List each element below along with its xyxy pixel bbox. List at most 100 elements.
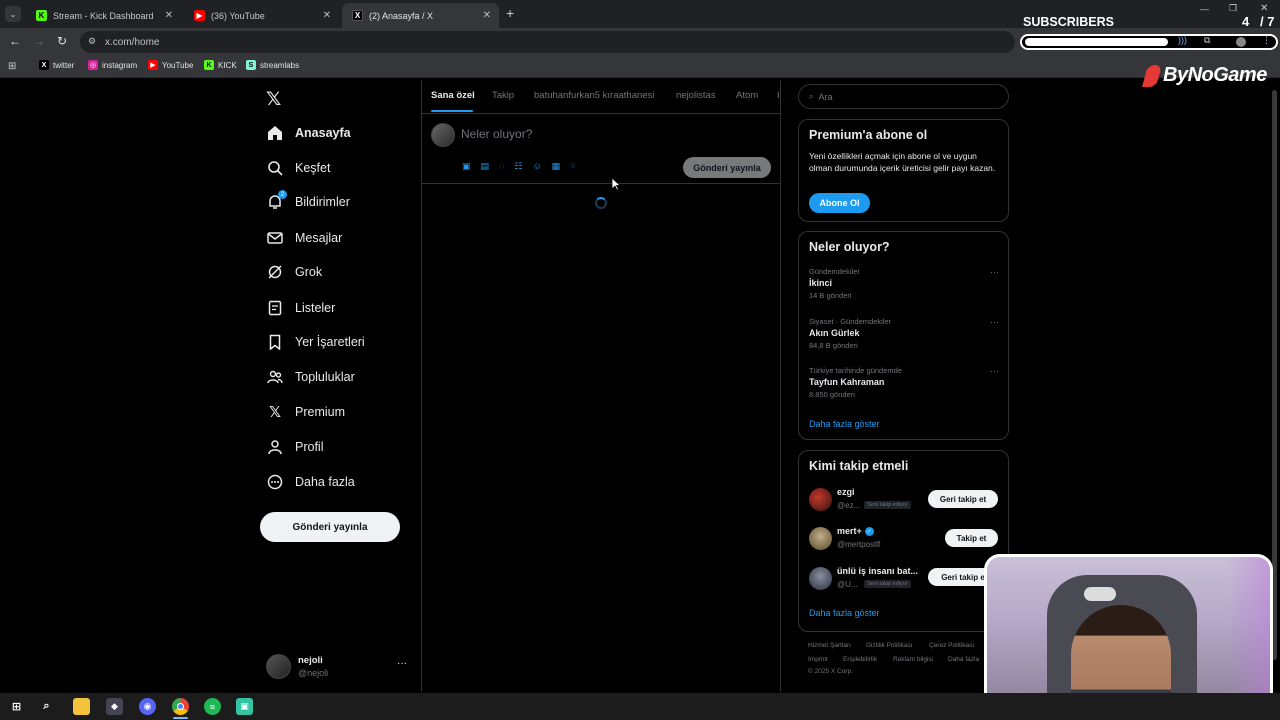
communities-icon bbox=[266, 368, 284, 386]
list-icon bbox=[266, 299, 284, 317]
instagram-icon: ◎ bbox=[88, 60, 98, 70]
tab-list-nejolistas[interactable]: nejolistas bbox=[676, 90, 716, 101]
windows-start-icon[interactable]: ⊞ bbox=[8, 698, 25, 715]
discord-icon[interactable]: ◉ bbox=[139, 698, 156, 715]
mail-icon bbox=[266, 229, 284, 247]
emoji-icon[interactable]: ☺ bbox=[532, 161, 541, 172]
follows-you-badge: Seni takip ediyor bbox=[864, 580, 911, 588]
close-icon[interactable]: ✕ bbox=[323, 10, 331, 21]
gif-icon[interactable]: ▤ bbox=[481, 161, 490, 172]
suggestion-handle: @U... bbox=[837, 580, 858, 589]
trend-more-icon[interactable]: ··· bbox=[990, 267, 999, 277]
tab-list-partial[interactable]: I bbox=[777, 90, 781, 101]
url-input[interactable]: ⚙ x.com/home bbox=[80, 31, 1015, 53]
apps-grid-icon[interactable]: ⊞ bbox=[8, 61, 16, 72]
composer-input[interactable]: Neler oluyor? bbox=[461, 127, 532, 141]
menu-kebab-icon[interactable]: ⋮ bbox=[1262, 35, 1271, 46]
file-explorer-icon[interactable] bbox=[73, 698, 90, 715]
follow-back-button[interactable]: Geri takip et bbox=[928, 490, 998, 508]
user-icon bbox=[266, 438, 284, 456]
footer-ads-info-link[interactable]: Reklam bilgisi bbox=[893, 656, 933, 663]
youtube-icon: ▶ bbox=[194, 10, 205, 21]
subscribe-button[interactable]: Abone Ol bbox=[809, 193, 870, 213]
kick-icon: K bbox=[204, 60, 214, 70]
trend-item[interactable]: Türkiye tarihinde gündemde Tayfun Kahram… bbox=[809, 366, 999, 406]
footer-terms-link[interactable]: Hizmet Şartları bbox=[808, 642, 851, 649]
footer-imprint-link[interactable]: Imprint bbox=[808, 656, 828, 663]
trends-show-more-link[interactable]: Daha fazla göster bbox=[809, 419, 880, 429]
avatar bbox=[809, 567, 832, 590]
footer-privacy-link[interactable]: Gizlilik Politikası bbox=[866, 642, 913, 649]
loading-spinner bbox=[595, 197, 607, 209]
nav-notifications[interactable]: 2 Bildirimler bbox=[266, 190, 350, 214]
app-icon[interactable]: ◆ bbox=[106, 698, 123, 715]
nav-communities[interactable]: Topluluklar bbox=[266, 365, 355, 389]
search-placeholder: Ara bbox=[818, 91, 833, 102]
spotify-icon[interactable]: ≈ bbox=[204, 698, 221, 715]
tab-list-kiraathanesi[interactable]: batuhanfurkan5 kıraathanesi bbox=[534, 90, 654, 101]
bookmark-kick[interactable]: K KICK bbox=[204, 60, 237, 70]
window-close-icon[interactable]: ✕ bbox=[1260, 3, 1268, 14]
nav-profile[interactable]: Profil bbox=[266, 435, 323, 459]
back-icon[interactable]: ← bbox=[9, 34, 21, 48]
site-info-icon[interactable]: ⚙ bbox=[88, 36, 96, 47]
tab-kick-dashboard[interactable]: K Stream - Kick Dashboard ✕ bbox=[26, 3, 181, 28]
tab-for-you[interactable]: Sana özel bbox=[431, 90, 475, 101]
schedule-icon[interactable]: ▦ bbox=[552, 161, 561, 172]
follow-button[interactable]: Takip et bbox=[945, 529, 998, 547]
poll-icon[interactable]: ☷ bbox=[514, 161, 522, 172]
new-tab-button[interactable]: + bbox=[506, 5, 514, 21]
streamlabs-icon[interactable]: ▣ bbox=[236, 698, 253, 715]
close-icon[interactable]: ✕ bbox=[483, 10, 491, 21]
tab-label: (36) YouTube bbox=[211, 10, 265, 21]
trend-item[interactable]: Gündemdekiler İkinci 14 B gönderi ··· bbox=[809, 267, 999, 307]
who-to-follow-show-more-link[interactable]: Daha fazla göster bbox=[809, 608, 880, 618]
footer-cookie-link[interactable]: Çerez Politikası bbox=[929, 642, 974, 649]
tab-search-button[interactable]: ⌄ bbox=[5, 6, 21, 22]
window-minimize-icon[interactable]: — bbox=[1200, 4, 1209, 14]
location-icon[interactable]: ⌾ bbox=[570, 161, 575, 172]
nav-premium[interactable]: 𝕏 Premium bbox=[266, 400, 345, 424]
forward-icon[interactable]: → bbox=[33, 34, 45, 48]
nav-bookmarks[interactable]: Yer İşaretleri bbox=[266, 330, 365, 354]
timeline-column: Sana özel Takip batuhanfurkan5 kıraathan… bbox=[421, 80, 781, 692]
bookmark-twitter[interactable]: X twitter bbox=[39, 60, 74, 70]
post-button[interactable]: Gönderi yayınla bbox=[260, 512, 400, 542]
trend-more-icon[interactable]: ··· bbox=[990, 317, 999, 327]
profile-avatar-icon[interactable] bbox=[1236, 37, 1246, 47]
tab-list-atom[interactable]: Atom bbox=[736, 90, 758, 101]
trend-item[interactable]: Siyaset · Gündemdekiler Akın Gürlek 84,8… bbox=[809, 317, 999, 357]
x-logo-icon[interactable]: 𝕏 bbox=[266, 88, 281, 111]
reload-icon[interactable]: ↻ bbox=[57, 34, 67, 48]
nav-messages[interactable]: Mesajlar bbox=[266, 226, 342, 250]
bookmark-instagram[interactable]: ◎ instagram bbox=[88, 60, 137, 70]
nav-grok[interactable]: Grok bbox=[266, 260, 322, 284]
bookmark-youtube[interactable]: ▶ YouTube bbox=[148, 60, 193, 70]
search-input[interactable]: ⌕ Ara bbox=[798, 84, 1009, 109]
search-icon[interactable]: ⌕ bbox=[38, 698, 55, 715]
footer-more-link[interactable]: Daha fazla bbox=[948, 656, 979, 663]
trend-more-icon[interactable]: ··· bbox=[990, 366, 999, 376]
account-handle: @nejoli bbox=[298, 668, 329, 678]
avatar bbox=[809, 488, 832, 511]
account-more-icon[interactable]: ··· bbox=[397, 658, 407, 669]
tab-youtube[interactable]: ▶ (36) YouTube ✕ bbox=[184, 3, 339, 28]
nav-more[interactable]: Daha fazla bbox=[266, 470, 355, 494]
bookmark-streamlabs[interactable]: S streamlabs bbox=[246, 60, 299, 70]
nav-explore[interactable]: Keşfet bbox=[266, 156, 330, 180]
kick-icon: K bbox=[36, 10, 47, 21]
account-switcher[interactable]: nejoli @nejoli ··· bbox=[266, 652, 411, 682]
composer-post-button[interactable]: Gönderi yayınla bbox=[683, 157, 771, 178]
close-icon[interactable]: ✕ bbox=[165, 10, 173, 21]
extensions-icon[interactable]: ⧉ bbox=[1204, 35, 1210, 46]
tab-x-home[interactable]: X (2) Anasayfa / X ✕ bbox=[342, 3, 499, 28]
chrome-icon[interactable] bbox=[172, 698, 189, 715]
follows-you-badge: Seni takip ediyor bbox=[864, 501, 911, 509]
nav-home[interactable]: Anasayfa bbox=[266, 121, 351, 145]
window-restore-icon[interactable]: ❐ bbox=[1229, 3, 1237, 14]
tab-following[interactable]: Takip bbox=[492, 90, 514, 101]
footer-accessibility-link[interactable]: Erişilebilirlik bbox=[843, 656, 877, 663]
nav-lists[interactable]: Listeler bbox=[266, 296, 335, 320]
media-icon[interactable]: ▣ bbox=[462, 161, 471, 172]
grok-compose-icon[interactable]: ◌ bbox=[499, 161, 504, 172]
